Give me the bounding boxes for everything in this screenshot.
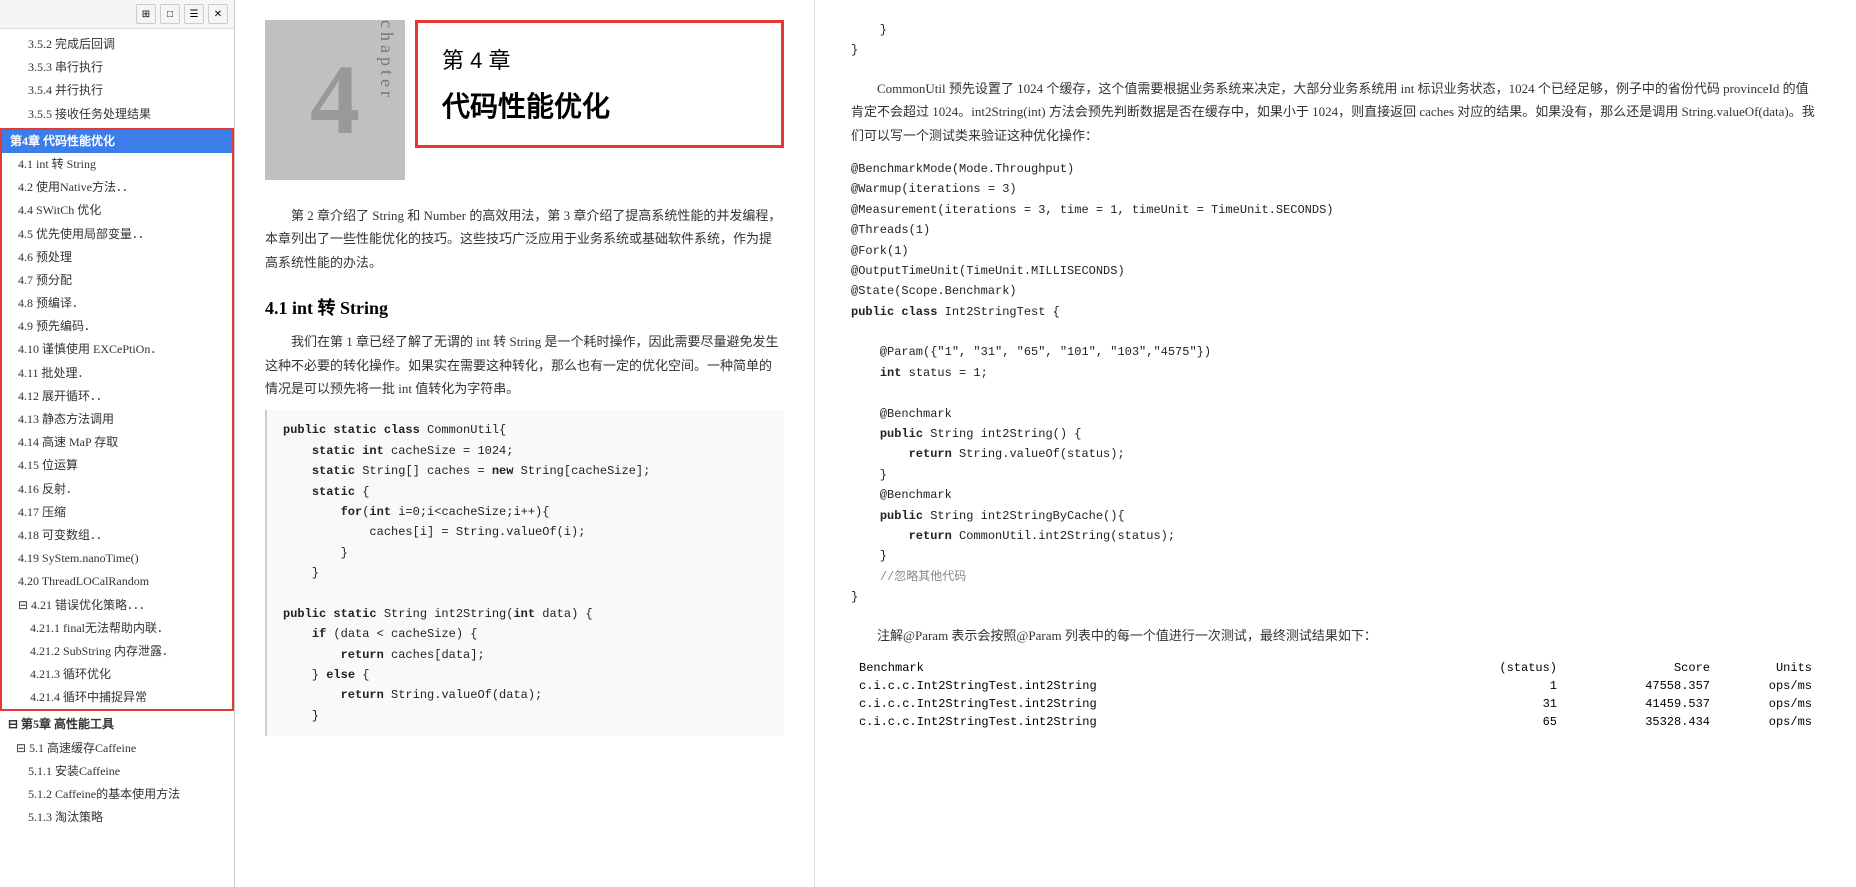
toc-item-5-1-3[interactable]: 5.1.3 淘汰策略 (0, 806, 234, 829)
toc-item-4-21-4[interactable]: 4.21.4 循环中捕捉异常 (2, 686, 232, 709)
status-cell: 1 (1429, 677, 1565, 695)
right-para1: CommonUtil 预先设置了 1024 个缓存，这个值需要根据业务系统来决定… (851, 77, 1820, 147)
toc-item-4-6[interactable]: 4.6 预处理 (2, 246, 232, 269)
score-cell: 47558.357 (1565, 677, 1718, 695)
toc-item-4-21[interactable]: ⊟ 4.21 错误优化策略．．． (2, 594, 232, 617)
toc-item-4-21-2[interactable]: 4.21.2 SubString 内存泄露． (2, 640, 232, 663)
units-cell: ops/ms (1718, 695, 1820, 713)
chapter-number-block: 4 chapter (265, 20, 405, 180)
toc-item-4-21-1[interactable]: 4.21.1 final无法帮助内联． (2, 617, 232, 640)
chapter-title-box: 第 4 章 代码性能优化 (415, 20, 784, 148)
toc-item-4-10[interactable]: 4.10 谨慎使用 EXCePtiOn． (2, 338, 232, 361)
code-block-2: @BenchmarkMode(Mode.Throughput) @Warmup(… (851, 159, 1820, 608)
chapter-label: 第 4 章 (442, 43, 757, 75)
right-para2: 注解@Param 表示会按照@Param 列表中的每一个值进行一次测试，最终测试… (851, 624, 1820, 647)
page-left: 4 chapter 第 4 章 代码性能优化 第 2 章介绍了 String 和… (235, 0, 815, 887)
sidebar-toolbar: ⊞ □ ☰ ✕ (0, 0, 234, 29)
sidebar-btn-square[interactable]: □ (160, 4, 180, 24)
chapter-number: 4 (310, 50, 360, 150)
toc-item-5-1[interactable]: ⊟ 5.1 高速缓存Caffeine (0, 737, 234, 760)
toc-item-4-4[interactable]: 4.4 SWitCh 优化 (2, 199, 232, 222)
toc-item-4-5[interactable]: 4.5 优先使用局部变量．． (2, 223, 232, 246)
score-col-header: Score (1565, 659, 1718, 677)
toc-item-4-18[interactable]: 4.18 可变数组．． (2, 524, 232, 547)
toc-item-4-12[interactable]: 4.12 展开循环．． (2, 385, 232, 408)
chapter-word: chapter (376, 20, 397, 180)
sidebar-btn-grid[interactable]: ⊞ (136, 4, 156, 24)
benchmark-cell: c.i.c.c.Int2StringTest.int2String (851, 677, 1429, 695)
sidebar-btn-close[interactable]: ✕ (208, 4, 228, 24)
code-block-1: public static class CommonUtil{ static i… (265, 410, 784, 736)
score-cell: 41459.537 (1565, 695, 1718, 713)
benchmark-cell: c.i.c.c.Int2StringTest.int2String (851, 713, 1429, 731)
toc-item-4-9[interactable]: 4.9 预先编码． (2, 315, 232, 338)
toc-tree: 3.5.2 完成后回调3.5.3 串行执行3.5.4 并行执行3.5.5 接收任… (0, 29, 234, 887)
toc-item-4-11[interactable]: 4.11 批处理． (2, 362, 232, 385)
chapter-intro: 第 2 章介绍了 String 和 Number 的高效用法，第 3 章介绍了提… (265, 204, 784, 274)
toc-item-4-21-3[interactable]: 4.21.3 循环优化 (2, 663, 232, 686)
toc-item-3-5-2[interactable]: 3.5.2 完成后回调 (0, 33, 234, 56)
benchmark-table: Benchmark (status) Score Units c.i.c.c.I… (851, 659, 1820, 731)
benchmark-row-2: c.i.c.c.Int2StringTest.int2String 31 414… (851, 695, 1820, 713)
toc-item-ch5[interactable]: ⊟ 第5章 高性能工具 (0, 713, 234, 736)
chapter-title-cn: 代码性能优化 (442, 85, 757, 125)
toc-item-4-17[interactable]: 4.17 压缩 (2, 501, 232, 524)
page-right: } } CommonUtil 预先设置了 1024 个缓存，这个值需要根据业务系… (815, 0, 1856, 887)
benchmark-col-header: Benchmark (851, 659, 1429, 677)
toc-highlighted-group: 第4章 代码性能优化4.1 int 转 String4.2 使用Native方法… (0, 128, 234, 712)
sidebar-btn-list[interactable]: ☰ (184, 4, 204, 24)
toc-item-3-5-3[interactable]: 3.5.3 串行执行 (0, 56, 234, 79)
toc-item-3-5-5[interactable]: 3.5.5 接收任务处理结果 (0, 103, 234, 126)
toc-item-4-16[interactable]: 4.16 反射． (2, 478, 232, 501)
section-41-heading: 4.1 int 转 String (265, 294, 784, 320)
toc-item-4-14[interactable]: 4.14 高速 MaP 存取 (2, 431, 232, 454)
toc-item-4-8[interactable]: 4.8 预编译． (2, 292, 232, 315)
section-41-para1: 我们在第 1 章已经了解了无谓的 int 转 String 是一个耗时操作，因此… (265, 330, 784, 400)
chapter-header: 4 chapter 第 4 章 代码性能优化 (265, 20, 784, 180)
toc-item-4-19[interactable]: 4.19 SyStem.nanoTime() (2, 547, 232, 570)
toc-item-4-2[interactable]: 4.2 使用Native方法．． (2, 176, 232, 199)
score-cell: 35328.434 (1565, 713, 1718, 731)
units-cell: ops/ms (1718, 677, 1820, 695)
toc-item-3-5-4[interactable]: 3.5.4 并行执行 (0, 79, 234, 102)
toc-item-4-15[interactable]: 4.15 位运算 (2, 454, 232, 477)
toc-item-4-13[interactable]: 4.13 静态方法调用 (2, 408, 232, 431)
benchmark-row-3: c.i.c.c.Int2StringTest.int2String 65 353… (851, 713, 1820, 731)
sidebar: ⊞ □ ☰ ✕ 3.5.2 完成后回调3.5.3 串行执行3.5.4 并行执行3… (0, 0, 235, 887)
toc-item-4-7[interactable]: 4.7 预分配 (2, 269, 232, 292)
code-top: } } (851, 20, 1820, 61)
status-col-header: (status) (1429, 659, 1565, 677)
benchmark-header-row: Benchmark (status) Score Units (851, 659, 1820, 677)
status-cell: 31 (1429, 695, 1565, 713)
benchmark-row-1: c.i.c.c.Int2StringTest.int2String 1 4755… (851, 677, 1820, 695)
toc-item-ch4[interactable]: 第4章 代码性能优化 (2, 130, 232, 153)
status-cell: 65 (1429, 713, 1565, 731)
toc-item-5-1-2[interactable]: 5.1.2 Caffeine的基本使用方法 (0, 783, 234, 806)
units-cell: ops/ms (1718, 713, 1820, 731)
main-content: 4 chapter 第 4 章 代码性能优化 第 2 章介绍了 String 和… (235, 0, 1856, 887)
toc-item-5-1-1[interactable]: 5.1.1 安装Caffeine (0, 760, 234, 783)
toc-item-4-20[interactable]: 4.20 ThreadLOCalRandom (2, 570, 232, 593)
benchmark-cell: c.i.c.c.Int2StringTest.int2String (851, 695, 1429, 713)
units-col-header: Units (1718, 659, 1820, 677)
toc-item-4-1[interactable]: 4.1 int 转 String (2, 153, 232, 176)
